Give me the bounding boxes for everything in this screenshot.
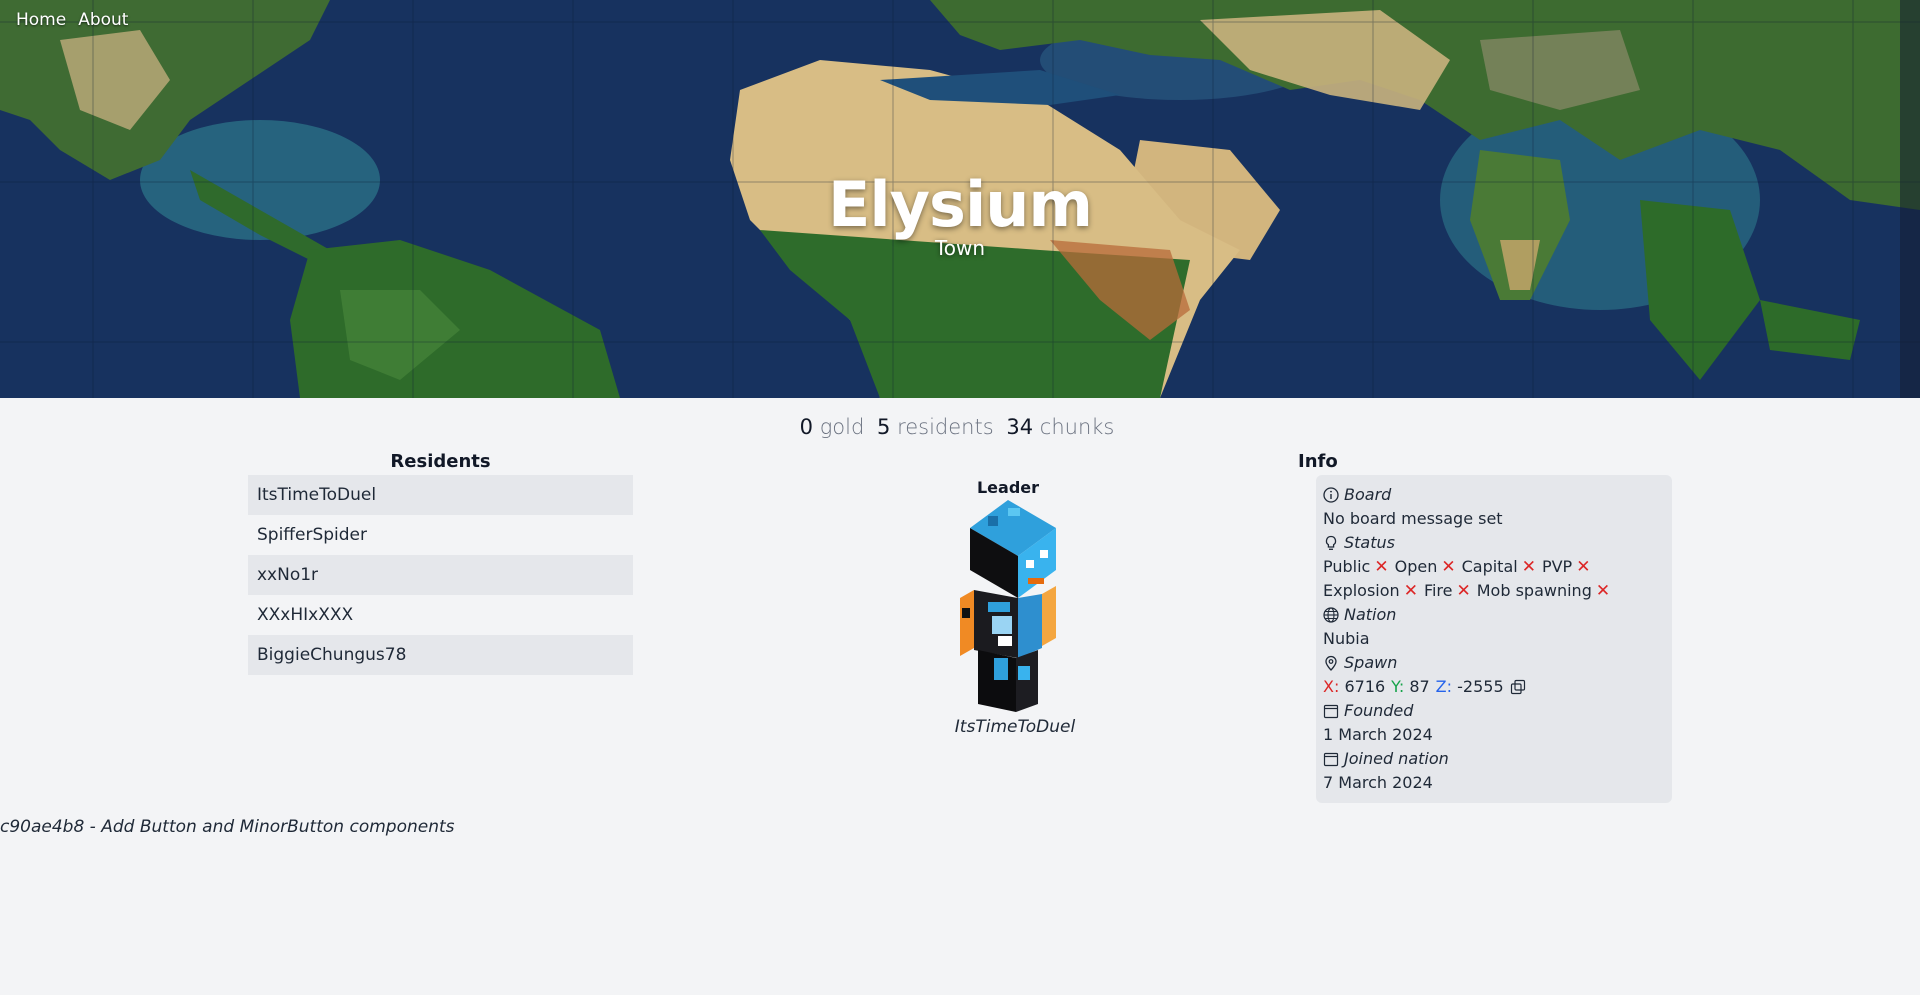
commit-footer: c90ae4b8 - Add Button and MinorButton co… [0,817,455,837]
status-flags-row-1: Public ✕ Open ✕ Capital ✕ PVP ✕ [1323,555,1665,579]
spawn-label: Spawn [1344,653,1398,672]
flag-capital: Capital [1461,557,1518,576]
nav-home-link[interactable]: Home [16,10,66,30]
chunks-count: 34 [1006,415,1034,439]
joined-header: Joined nation [1323,747,1665,771]
leader-name[interactable]: ItsTimeToDuel [915,717,1115,737]
board-header: Board [1323,483,1665,507]
x-value: 6716 [1344,677,1386,696]
info-circle-icon [1323,487,1339,503]
flag-public: Public [1323,557,1371,576]
flag-explosion: Explosion [1323,581,1400,600]
board-label: Board [1344,485,1392,504]
status-header: Status [1323,531,1665,555]
info-panel: Board No board message set Status Public… [1316,475,1672,803]
x-mark-icon: ✕ [1441,557,1456,577]
nation-value[interactable]: Nubia [1323,627,1665,651]
copy-icon[interactable] [1510,679,1526,695]
x-mark-icon: ✕ [1374,557,1389,577]
x-mark-icon: ✕ [1595,581,1611,601]
founded-label: Founded [1344,701,1414,720]
status-flags-row-2: Explosion ✕ Fire ✕ Mob spawning ✕ [1323,579,1665,603]
resident-item[interactable]: XXxHIxXXX [248,595,633,635]
town-subtitle: Town [934,236,986,260]
flag-pvp: PVP [1541,557,1573,576]
spawn-header: Spawn [1323,651,1665,675]
nav-about-link[interactable]: About [78,10,128,30]
calendar-icon [1323,704,1339,719]
nation-label: Nation [1344,605,1397,624]
residents-count: 5 [877,415,891,439]
leader-heading: Leader [976,478,1040,497]
joined-value: 7 March 2024 [1323,773,1433,792]
x-mark-icon: ✕ [1456,581,1471,601]
town-title: Elysium [828,168,1093,241]
gold-count: 0 [799,415,813,439]
x-mark-icon: ✕ [1576,557,1591,577]
spawn-coordinates: X: 6716 Y: 87 Z: -2555 [1323,675,1665,699]
resident-item[interactable]: BiggieChungus78 [248,635,633,675]
residents-label: residents [897,415,994,439]
x-mark-icon: ✕ [1403,581,1418,601]
calendar-icon [1323,752,1339,767]
flag-mob-spawning: Mob spawning [1476,581,1592,600]
map-pin-icon [1325,655,1337,671]
hero-banner: Home About Elysium Town [0,0,1920,398]
resident-item[interactable]: ItsTimeToDuel [248,475,633,515]
info-heading: Info [1298,451,1338,472]
z-value: -2555 [1457,677,1504,696]
resident-list: ItsTimeToDuel SpifferSpider xxNo1r XXxHI… [248,475,633,675]
globe-icon [1323,607,1339,623]
town-stats: 0 gold 5 residents 34 chunks [0,415,1920,439]
nation-header: Nation [1323,603,1665,627]
top-nav: Home About [16,10,128,30]
chunks-label: chunks [1039,415,1115,439]
flag-open: Open [1394,557,1438,576]
y-label: Y: [1391,677,1405,696]
residents-heading: Residents [390,451,491,472]
x-mark-icon: ✕ [1521,557,1536,577]
flag-fire: Fire [1423,581,1453,600]
x-label: X: [1323,677,1340,696]
leader-skin-avatar[interactable] [958,498,1058,714]
board-value: No board message set [1323,509,1503,528]
resident-item[interactable]: SpifferSpider [248,515,633,555]
lightbulb-icon [1325,535,1337,550]
resident-item[interactable]: xxNo1r [248,555,633,595]
y-value: 87 [1409,677,1430,696]
founded-header: Founded [1323,699,1665,723]
z-label: Z: [1435,677,1453,696]
gold-label: gold [819,415,865,439]
status-label: Status [1344,533,1395,552]
founded-value: 1 March 2024 [1323,725,1433,744]
joined-label: Joined nation [1344,749,1449,768]
